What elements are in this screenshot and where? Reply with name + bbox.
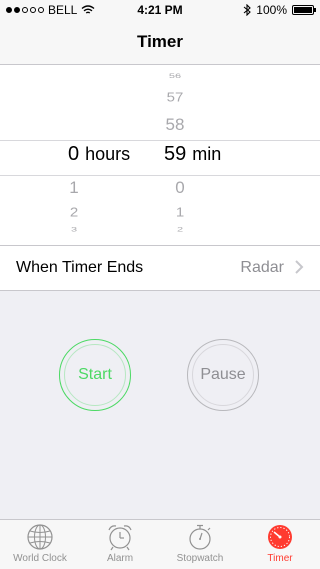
when-timer-ends-row[interactable]: When Timer Ends Radar: [0, 246, 320, 291]
page-title: Timer: [137, 32, 183, 51]
tab-alarm[interactable]: Alarm: [80, 523, 160, 564]
tab-timer[interactable]: Timer: [240, 523, 320, 564]
tab-label: Stopwatch: [176, 553, 224, 564]
hours-option[interactable]: 3: [54, 227, 94, 234]
bluetooth-icon: [243, 4, 252, 16]
tab-bar: World Clock Alarm Stopwatch Timer: [0, 519, 320, 569]
alarm-clock-icon: [108, 525, 132, 551]
pause-button[interactable]: Pause: [187, 339, 259, 411]
chevron-right-icon: [295, 260, 304, 274]
timer-icon: [268, 525, 292, 549]
minutes-option[interactable]: 0: [160, 178, 200, 198]
when-timer-ends-value: Radar: [240, 259, 284, 276]
minutes-option[interactable]: 1: [160, 205, 200, 219]
minutes-unit: min: [192, 144, 222, 164]
selection-divider-bottom: [0, 175, 320, 176]
timer-picker[interactable]: 56 57 58 0 hours 59 min 1 2 3 0 1 2: [0, 65, 320, 246]
hours-value: 0: [68, 143, 80, 165]
when-timer-ends-label: When Timer Ends: [16, 259, 144, 276]
minutes-option[interactable]: 57: [155, 90, 195, 104]
start-button[interactable]: Start: [59, 339, 131, 411]
minutes-option[interactable]: 58: [155, 115, 195, 135]
tab-label: Timer: [267, 553, 293, 564]
status-right: 100%: [243, 3, 316, 17]
tab-world-clock[interactable]: World Clock: [0, 523, 80, 564]
hours-unit: hours: [85, 144, 131, 164]
start-button-label: Start: [78, 366, 112, 383]
status-bar: BELL 4:21 PM 100%: [0, 0, 320, 20]
minutes-selected[interactable]: 59 min: [164, 143, 221, 173]
selection-divider-top: [0, 140, 320, 141]
navigation-bar: Timer: [0, 20, 320, 65]
battery-icon: [292, 5, 316, 15]
minutes-option[interactable]: 2: [160, 227, 200, 234]
hours-option[interactable]: 1: [54, 178, 94, 198]
pause-button-label: Pause: [200, 366, 246, 383]
battery-percent: 100%: [256, 3, 287, 17]
tab-label: Alarm: [106, 553, 134, 564]
globe-icon: [27, 524, 53, 550]
hours-selected[interactable]: 0 hours: [68, 143, 130, 173]
stopwatch-icon: [189, 524, 211, 550]
minutes-value: 59: [164, 143, 187, 165]
hours-option[interactable]: 2: [54, 205, 94, 219]
tab-label: World Clock: [13, 553, 67, 564]
minutes-option[interactable]: 56: [155, 72, 195, 79]
tab-stopwatch[interactable]: Stopwatch: [160, 523, 240, 564]
